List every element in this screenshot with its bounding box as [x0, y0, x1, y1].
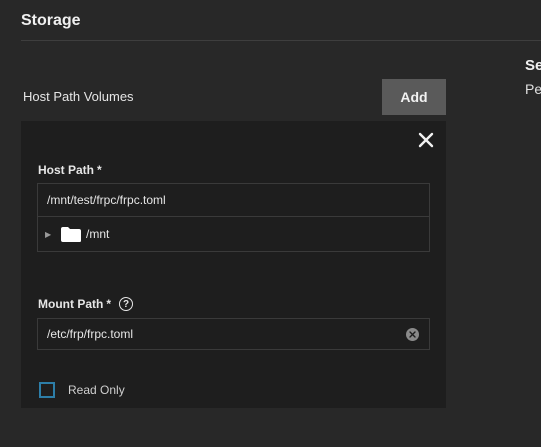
host-path-label: Host Path * [38, 163, 102, 177]
clear-icon[interactable] [406, 328, 419, 341]
required-mark: * [106, 297, 111, 311]
right-panel-subtext: Pe [525, 81, 541, 97]
mount-path-label-text: Mount Path [38, 297, 104, 311]
mount-path-input[interactable]: /etc/frp/frpc.toml [37, 318, 430, 350]
host-path-label-text: Host Path [38, 163, 95, 177]
tree-item-label: /mnt [86, 227, 110, 241]
close-icon[interactable] [415, 129, 437, 151]
mount-path-label: Mount Path * ? [38, 297, 133, 311]
host-path-explorer: /mnt/test/frpc/frpc.toml ▶ /mnt [37, 183, 430, 252]
divider [21, 40, 541, 41]
section-title: Storage [21, 12, 81, 29]
read-only-row: Read Only [39, 382, 125, 398]
app-page: Storage Se Pe Host Path Volumes Add Host… [0, 0, 541, 447]
host-path-volumes-label: Host Path Volumes [23, 89, 134, 104]
caret-right-icon[interactable]: ▶ [45, 230, 60, 239]
help-icon[interactable]: ? [119, 297, 133, 311]
host-path-volume-card: Host Path * /mnt/test/frpc/frpc.toml ▶ /… [21, 121, 446, 408]
tree-item-mnt[interactable]: ▶ /mnt [38, 217, 429, 251]
mount-path-value: /etc/frp/frpc.toml [47, 327, 134, 341]
add-button[interactable]: Add [382, 79, 446, 115]
host-path-input[interactable]: /mnt/test/frpc/frpc.toml [38, 184, 429, 217]
required-mark: * [97, 163, 102, 177]
read-only-checkbox[interactable] [39, 382, 55, 398]
right-panel-heading: Se [525, 57, 541, 74]
read-only-label[interactable]: Read Only [68, 383, 125, 397]
folder-icon [60, 226, 82, 243]
